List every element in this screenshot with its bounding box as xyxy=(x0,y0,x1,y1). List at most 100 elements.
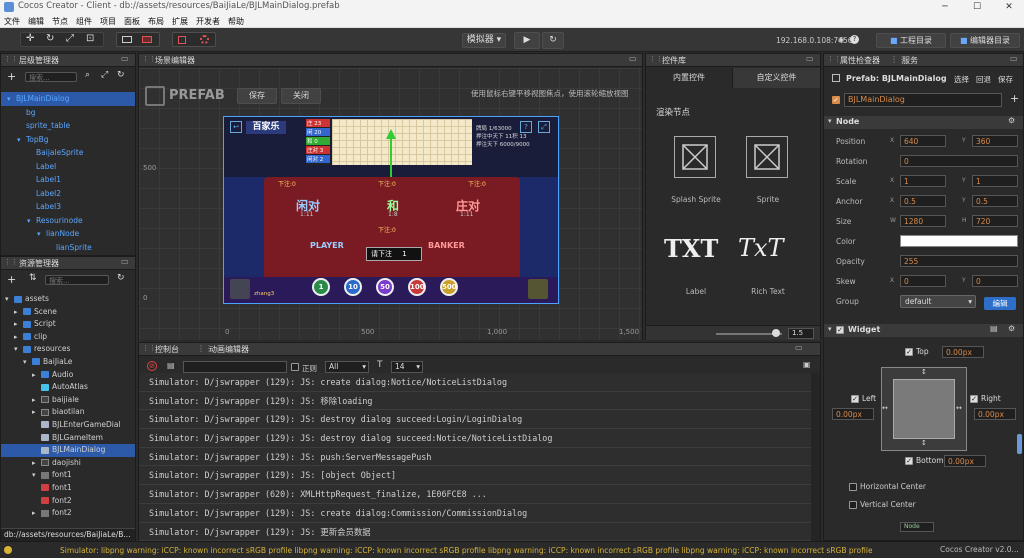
widget-top-checkbox[interactable]: ✓ xyxy=(905,348,913,356)
property-x-input[interactable]: 1 xyxy=(900,175,946,187)
prefab-save-button[interactable]: 保存 xyxy=(998,74,1013,85)
asset-item[interactable]: ▾ assets xyxy=(1,293,135,306)
menu-layout[interactable]: 布局 xyxy=(148,16,164,27)
back-icon[interactable]: ↩ xyxy=(230,121,242,133)
property-y-input[interactable]: 360 xyxy=(972,135,1018,147)
chevron-icon[interactable]: ▸ xyxy=(32,406,41,418)
project-dir-button[interactable]: ■ 工程目录 xyxy=(876,33,946,48)
chevron-icon[interactable]: ▸ xyxy=(14,318,23,330)
search-icon[interactable]: ⌕ xyxy=(85,70,90,80)
tab-builtin-controls[interactable]: 内置控件 xyxy=(646,68,733,88)
regex-checkbox[interactable] xyxy=(291,363,299,371)
widget-right-checkbox[interactable]: ✓ xyxy=(970,395,978,403)
asset-item[interactable]: ▸ font2 xyxy=(1,507,135,520)
prefab-select-button[interactable]: 选择 xyxy=(954,74,969,85)
hierarchy-node[interactable]: bg xyxy=(1,106,135,120)
asset-item[interactable]: ▸ Audio xyxy=(1,369,135,382)
property-y-input[interactable]: 0 xyxy=(972,275,1018,287)
refresh-icon[interactable]: ↻ xyxy=(117,70,125,80)
collapse-icon[interactable]: ⤢ xyxy=(101,70,108,80)
gear-icon[interactable]: ⚙ xyxy=(1008,116,1015,125)
local-pivot-icon[interactable] xyxy=(122,36,132,43)
asset-item[interactable]: BJLGameItem xyxy=(1,432,135,445)
help-icon[interactable]: ? xyxy=(850,35,859,44)
vertical-center-checkbox[interactable] xyxy=(849,501,857,509)
hierarchy-node[interactable]: Label2 xyxy=(1,187,135,201)
panel-grip-icon[interactable]: ⋮⋮ xyxy=(142,55,156,63)
move-tool-icon[interactable]: ✛ xyxy=(26,33,34,44)
panel-menu-icon[interactable]: ▭ xyxy=(1010,54,1018,63)
asset-item[interactable]: ▸ Script xyxy=(1,318,135,331)
font-size-select[interactable]: 14 ▾ xyxy=(391,361,423,373)
property-x-input[interactable]: 0 xyxy=(900,275,946,287)
chevron-icon[interactable]: ▾ xyxy=(23,356,32,368)
simulator-select[interactable]: 模拟器 ▾ xyxy=(462,33,506,48)
bet-chip[interactable]: 10 xyxy=(344,278,362,296)
prefab-revert-button[interactable]: 回退 xyxy=(976,74,991,85)
clear-console-icon[interactable]: ⊘ xyxy=(147,361,157,371)
property-x-input[interactable]: 640 xyxy=(900,135,946,147)
maximize-button[interactable]: ☐ xyxy=(962,0,992,14)
richtext-control-icon[interactable]: TxT xyxy=(738,234,784,262)
console-scrollbar[interactable] xyxy=(811,373,820,541)
asset-item[interactable]: font1 xyxy=(1,482,135,495)
menu-developer[interactable]: 开发者 xyxy=(196,16,220,27)
group-select[interactable]: default ▾ xyxy=(900,295,976,308)
minimize-button[interactable]: ─ xyxy=(930,0,960,14)
widget-bottom-input[interactable]: 0.00px xyxy=(944,455,986,467)
property-y-input[interactable]: 1 xyxy=(972,175,1018,187)
chevron-icon[interactable]: ▸ xyxy=(32,507,41,519)
panel-grip-icon[interactable]: ⋮⋮ xyxy=(649,55,663,63)
zoom-value[interactable]: 1.5 xyxy=(788,328,814,339)
horizontal-center-checkbox[interactable] xyxy=(849,483,857,491)
bet-chip[interactable]: 100 xyxy=(408,278,426,296)
chevron-icon[interactable]: ▸ xyxy=(14,306,23,318)
avatar[interactable] xyxy=(230,279,250,299)
group-edit-button[interactable]: 编辑 xyxy=(984,297,1016,310)
menu-component[interactable]: 组件 xyxy=(76,16,92,27)
rotate-tool-icon[interactable]: ↻ xyxy=(46,33,54,44)
panel-menu-icon[interactable]: ▭ xyxy=(795,343,803,352)
asset-item[interactable]: ▾ BaiJiaLe xyxy=(1,356,135,369)
hierarchy-node[interactable]: BaijaleSprite xyxy=(1,146,135,160)
tab-inspector[interactable]: 属性检查器 xyxy=(840,55,880,66)
hierarchy-node[interactable]: Label3 xyxy=(1,200,135,214)
refresh-button[interactable]: ↻ xyxy=(542,32,564,49)
game-preview[interactable]: ↩ 百家乐 庄 23 闲 20 和 0 庄对 3 闲对 2 牌局 1/63000… xyxy=(223,116,559,304)
hierarchy-node[interactable]: ▾ TopBg xyxy=(1,133,135,147)
color-swatch[interactable] xyxy=(900,235,1018,247)
hierarchy-node[interactable]: ▾ Resourinode xyxy=(1,214,135,228)
bet-chip[interactable]: 500 xyxy=(440,278,458,296)
game-help-icon[interactable]: ? xyxy=(520,121,532,133)
panel-menu-icon[interactable]: ▭ xyxy=(806,54,814,63)
chevron-icon[interactable]: ▾ xyxy=(32,469,41,481)
menu-project[interactable]: 项目 xyxy=(100,16,116,27)
menu-help[interactable]: 帮助 xyxy=(228,16,244,27)
asset-item[interactable]: ▸ baijiale xyxy=(1,394,135,407)
log-level-select[interactable]: All ▾ xyxy=(325,361,369,373)
add-asset-icon[interactable]: + xyxy=(7,273,16,286)
panel-grip-icon[interactable]: ⋮⋮ xyxy=(4,55,18,63)
panel-grip-icon[interactable]: ⋮⋮ xyxy=(142,344,156,352)
add-component-icon[interactable]: + xyxy=(1010,92,1019,105)
property-input[interactable]: 255 xyxy=(900,255,1018,267)
chevron-icon[interactable]: ▸ xyxy=(14,331,23,343)
chevron-icon[interactable]: ▾ xyxy=(14,343,23,355)
inspector-scrollbar[interactable] xyxy=(1017,434,1022,454)
chevron-icon[interactable]: ▸ xyxy=(32,369,41,381)
hierarchy-search-input[interactable]: 搜索... xyxy=(25,72,77,82)
chevron-icon[interactable]: ▾ xyxy=(37,228,46,241)
panel-menu-icon[interactable]: ▭ xyxy=(121,54,129,63)
chevron-icon[interactable]: ▾ xyxy=(7,93,16,106)
panel-grip-icon[interactable]: ⋮⋮ xyxy=(4,258,18,266)
menu-edit[interactable]: 编辑 xyxy=(28,16,44,27)
asset-item[interactable]: ▸ clip xyxy=(1,331,135,344)
hierarchy-node[interactable]: ▾ lianNode xyxy=(1,227,135,241)
node-active-checkbox[interactable]: ✓ xyxy=(832,96,840,104)
widget-right-input[interactable]: 0.00px xyxy=(974,408,1016,420)
property-width-input[interactable]: 1280 xyxy=(900,215,946,227)
widget-section-header[interactable]: ▾ ✓ Widget ▤ ⚙ xyxy=(824,324,1023,337)
open-log-icon[interactable]: ▤ xyxy=(167,361,175,370)
asset-item[interactable]: ▸ biaotilan xyxy=(1,406,135,419)
asset-item[interactable]: BJLEnterGameDial xyxy=(1,419,135,432)
